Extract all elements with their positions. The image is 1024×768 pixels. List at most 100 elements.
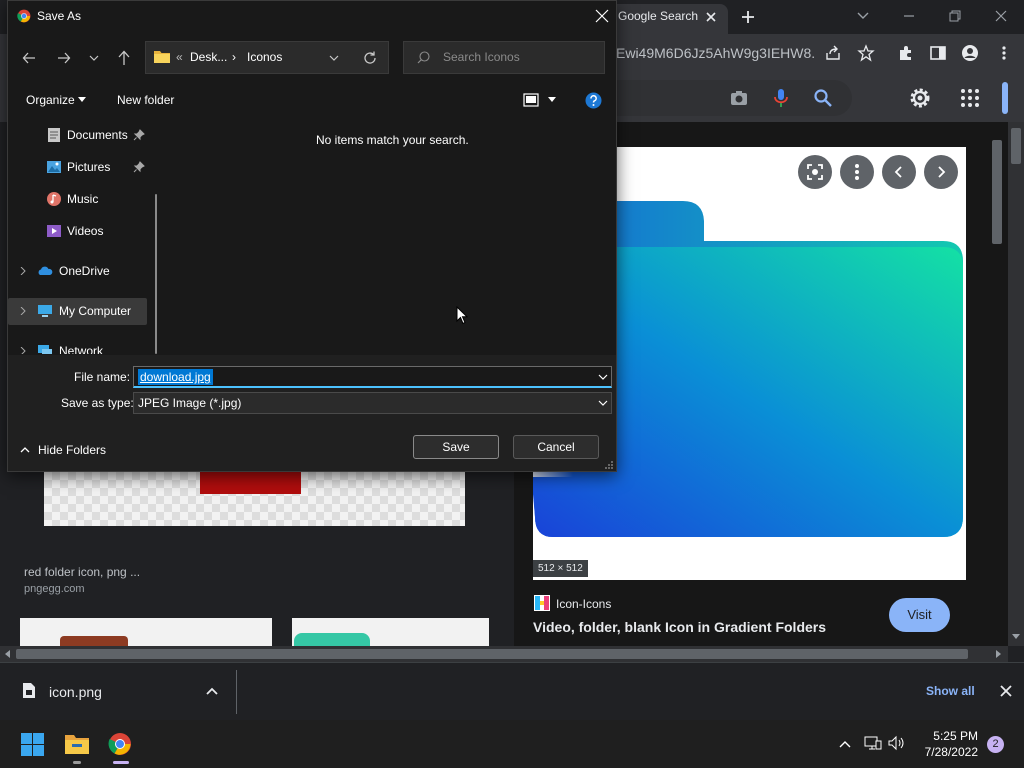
view-options-icon[interactable] (523, 93, 539, 107)
nav-item-pictures[interactable]: Pictures (8, 155, 154, 179)
network-icon[interactable] (864, 735, 882, 751)
expand-chevron-icon[interactable] (19, 267, 27, 275)
next-arrow-icon[interactable] (924, 155, 958, 189)
save-type-label: Save as type: (61, 396, 134, 410)
save-type-value[interactable]: JPEG Image (*.jpg) (138, 396, 241, 410)
more-options-icon[interactable] (840, 155, 874, 189)
documents-icon (46, 127, 62, 143)
result-thumbnail[interactable] (20, 618, 272, 646)
result-source[interactable]: pngegg.com (24, 583, 85, 595)
bookmark-star-icon[interactable] (857, 44, 875, 62)
nav-item-my-computer[interactable]: My Computer (8, 299, 154, 323)
breadcrumb-current[interactable]: Iconos (247, 50, 282, 64)
nav-item-network[interactable]: Network (8, 339, 154, 354)
chrome-icon[interactable] (108, 732, 132, 756)
minimize-icon[interactable] (898, 5, 920, 27)
chevron-up-icon[interactable] (205, 684, 219, 698)
nav-item-label: Network (59, 344, 104, 354)
panel-scrollbar-thumb[interactable] (992, 140, 1002, 244)
mouse-cursor-icon (456, 306, 468, 325)
clock-date[interactable]: 7/28/2022 (920, 745, 978, 759)
chevron-up-icon[interactable] (20, 446, 30, 454)
tab-close-icon[interactable] (704, 10, 718, 24)
expand-chevron-icon[interactable] (19, 307, 27, 315)
previous-arrow-icon[interactable] (882, 155, 916, 189)
scroll-right-arrow-icon[interactable] (994, 650, 1002, 658)
page-scrollbar-thumb[interactable] (1011, 128, 1021, 164)
url-text: Ewi49M6D6Jz5AhW9g3IEHW8... (616, 45, 816, 61)
horizontal-scrollbar-thumb[interactable] (16, 649, 968, 659)
dialog-close-icon[interactable] (595, 9, 609, 23)
refresh-icon[interactable] (363, 51, 377, 65)
chevron-down-icon[interactable] (598, 400, 608, 406)
scroll-left-arrow-icon[interactable] (4, 650, 12, 658)
address-history-chevron-icon[interactable] (329, 54, 339, 62)
breadcrumb-segment[interactable]: Desk... (190, 50, 227, 64)
nav-item-music[interactable]: Music (8, 187, 154, 211)
window-close-icon[interactable] (990, 5, 1012, 27)
extensions-puzzle-icon[interactable] (897, 44, 915, 62)
nav-item-label: Documents (67, 128, 128, 142)
restore-icon[interactable] (944, 5, 966, 27)
folder-icon (154, 50, 170, 64)
share-icon[interactable] (824, 44, 842, 62)
nav-item-videos[interactable]: Videos (8, 219, 154, 243)
show-all-link[interactable]: Show all (926, 684, 975, 698)
expand-chevron-icon[interactable] (19, 347, 27, 354)
tab-title: Google Search (618, 9, 699, 23)
microphone-icon[interactable] (772, 87, 790, 109)
tray-overflow-chevron-icon[interactable] (838, 737, 852, 751)
camera-search-icon[interactable] (729, 88, 749, 108)
empty-results-message: No items match your search. (316, 133, 469, 147)
image-dimensions-badge: 512 × 512 (533, 560, 588, 577)
result-caption[interactable]: red folder icon, png ... (24, 565, 140, 579)
notification-badge[interactable]: 2 (987, 736, 1004, 753)
scroll-down-arrow-icon[interactable] (1012, 632, 1020, 640)
visual-search-lens-icon[interactable] (798, 155, 832, 189)
breadcrumb-separator[interactable]: › (232, 50, 236, 64)
new-tab-plus-icon[interactable] (740, 9, 756, 25)
search-magnifier-icon[interactable] (813, 88, 833, 108)
videos-icon (46, 223, 62, 239)
close-icon[interactable] (999, 684, 1013, 698)
organize-menu-button[interactable]: Organize (26, 93, 75, 107)
google-apps-grid-icon[interactable] (960, 88, 980, 108)
side-panel-icon[interactable] (929, 44, 947, 62)
chevron-down-icon[interactable] (598, 374, 608, 380)
page-scrollbar-vertical[interactable] (1008, 122, 1024, 646)
hide-folders-button[interactable]: Hide Folders (38, 443, 106, 457)
breadcrumb-overflow[interactable]: « (176, 50, 183, 64)
file-name-value[interactable]: download.jpg (138, 369, 213, 385)
save-button[interactable]: Save (413, 435, 499, 459)
back-arrow-icon[interactable] (22, 51, 36, 65)
account-button-edge[interactable] (1002, 82, 1008, 114)
settings-gear-icon[interactable] (908, 86, 932, 110)
windows-start-icon[interactable] (21, 733, 44, 756)
nav-item-documents[interactable]: Documents (8, 123, 154, 147)
visit-button[interactable]: Visit (889, 598, 950, 632)
search-placeholder: Search Iconos (443, 50, 520, 64)
nav-pane-scrollbar[interactable] (155, 194, 157, 354)
preview-title[interactable]: Video, folder, blank Icon in Gradient Fo… (533, 619, 826, 635)
profile-icon[interactable] (961, 44, 979, 62)
up-arrow-icon[interactable] (117, 50, 131, 66)
tab-search-chevron-icon[interactable] (856, 8, 870, 22)
chevron-down-icon[interactable] (548, 97, 556, 103)
pictures-icon (46, 159, 62, 175)
chevron-down-icon[interactable] (78, 97, 86, 103)
new-folder-button[interactable]: New folder (117, 93, 174, 107)
file-explorer-icon[interactable] (64, 732, 90, 756)
menu-kebab-icon[interactable] (995, 44, 1013, 62)
download-file-name[interactable]: icon.png (49, 684, 102, 700)
recent-locations-chevron-icon[interactable] (89, 53, 99, 63)
clock-time[interactable]: 5:25 PM (920, 729, 978, 743)
forward-arrow-icon[interactable] (57, 51, 71, 65)
nav-item-onedrive[interactable]: OneDrive (8, 259, 154, 283)
help-icon[interactable] (585, 92, 602, 109)
resize-grip-icon[interactable] (604, 460, 614, 470)
cloud-icon (37, 263, 53, 279)
source-name[interactable]: Icon-Icons (556, 597, 611, 611)
volume-icon[interactable] (888, 735, 906, 751)
taskbar-active-indicator (113, 761, 129, 764)
cancel-button[interactable]: Cancel (513, 435, 599, 459)
